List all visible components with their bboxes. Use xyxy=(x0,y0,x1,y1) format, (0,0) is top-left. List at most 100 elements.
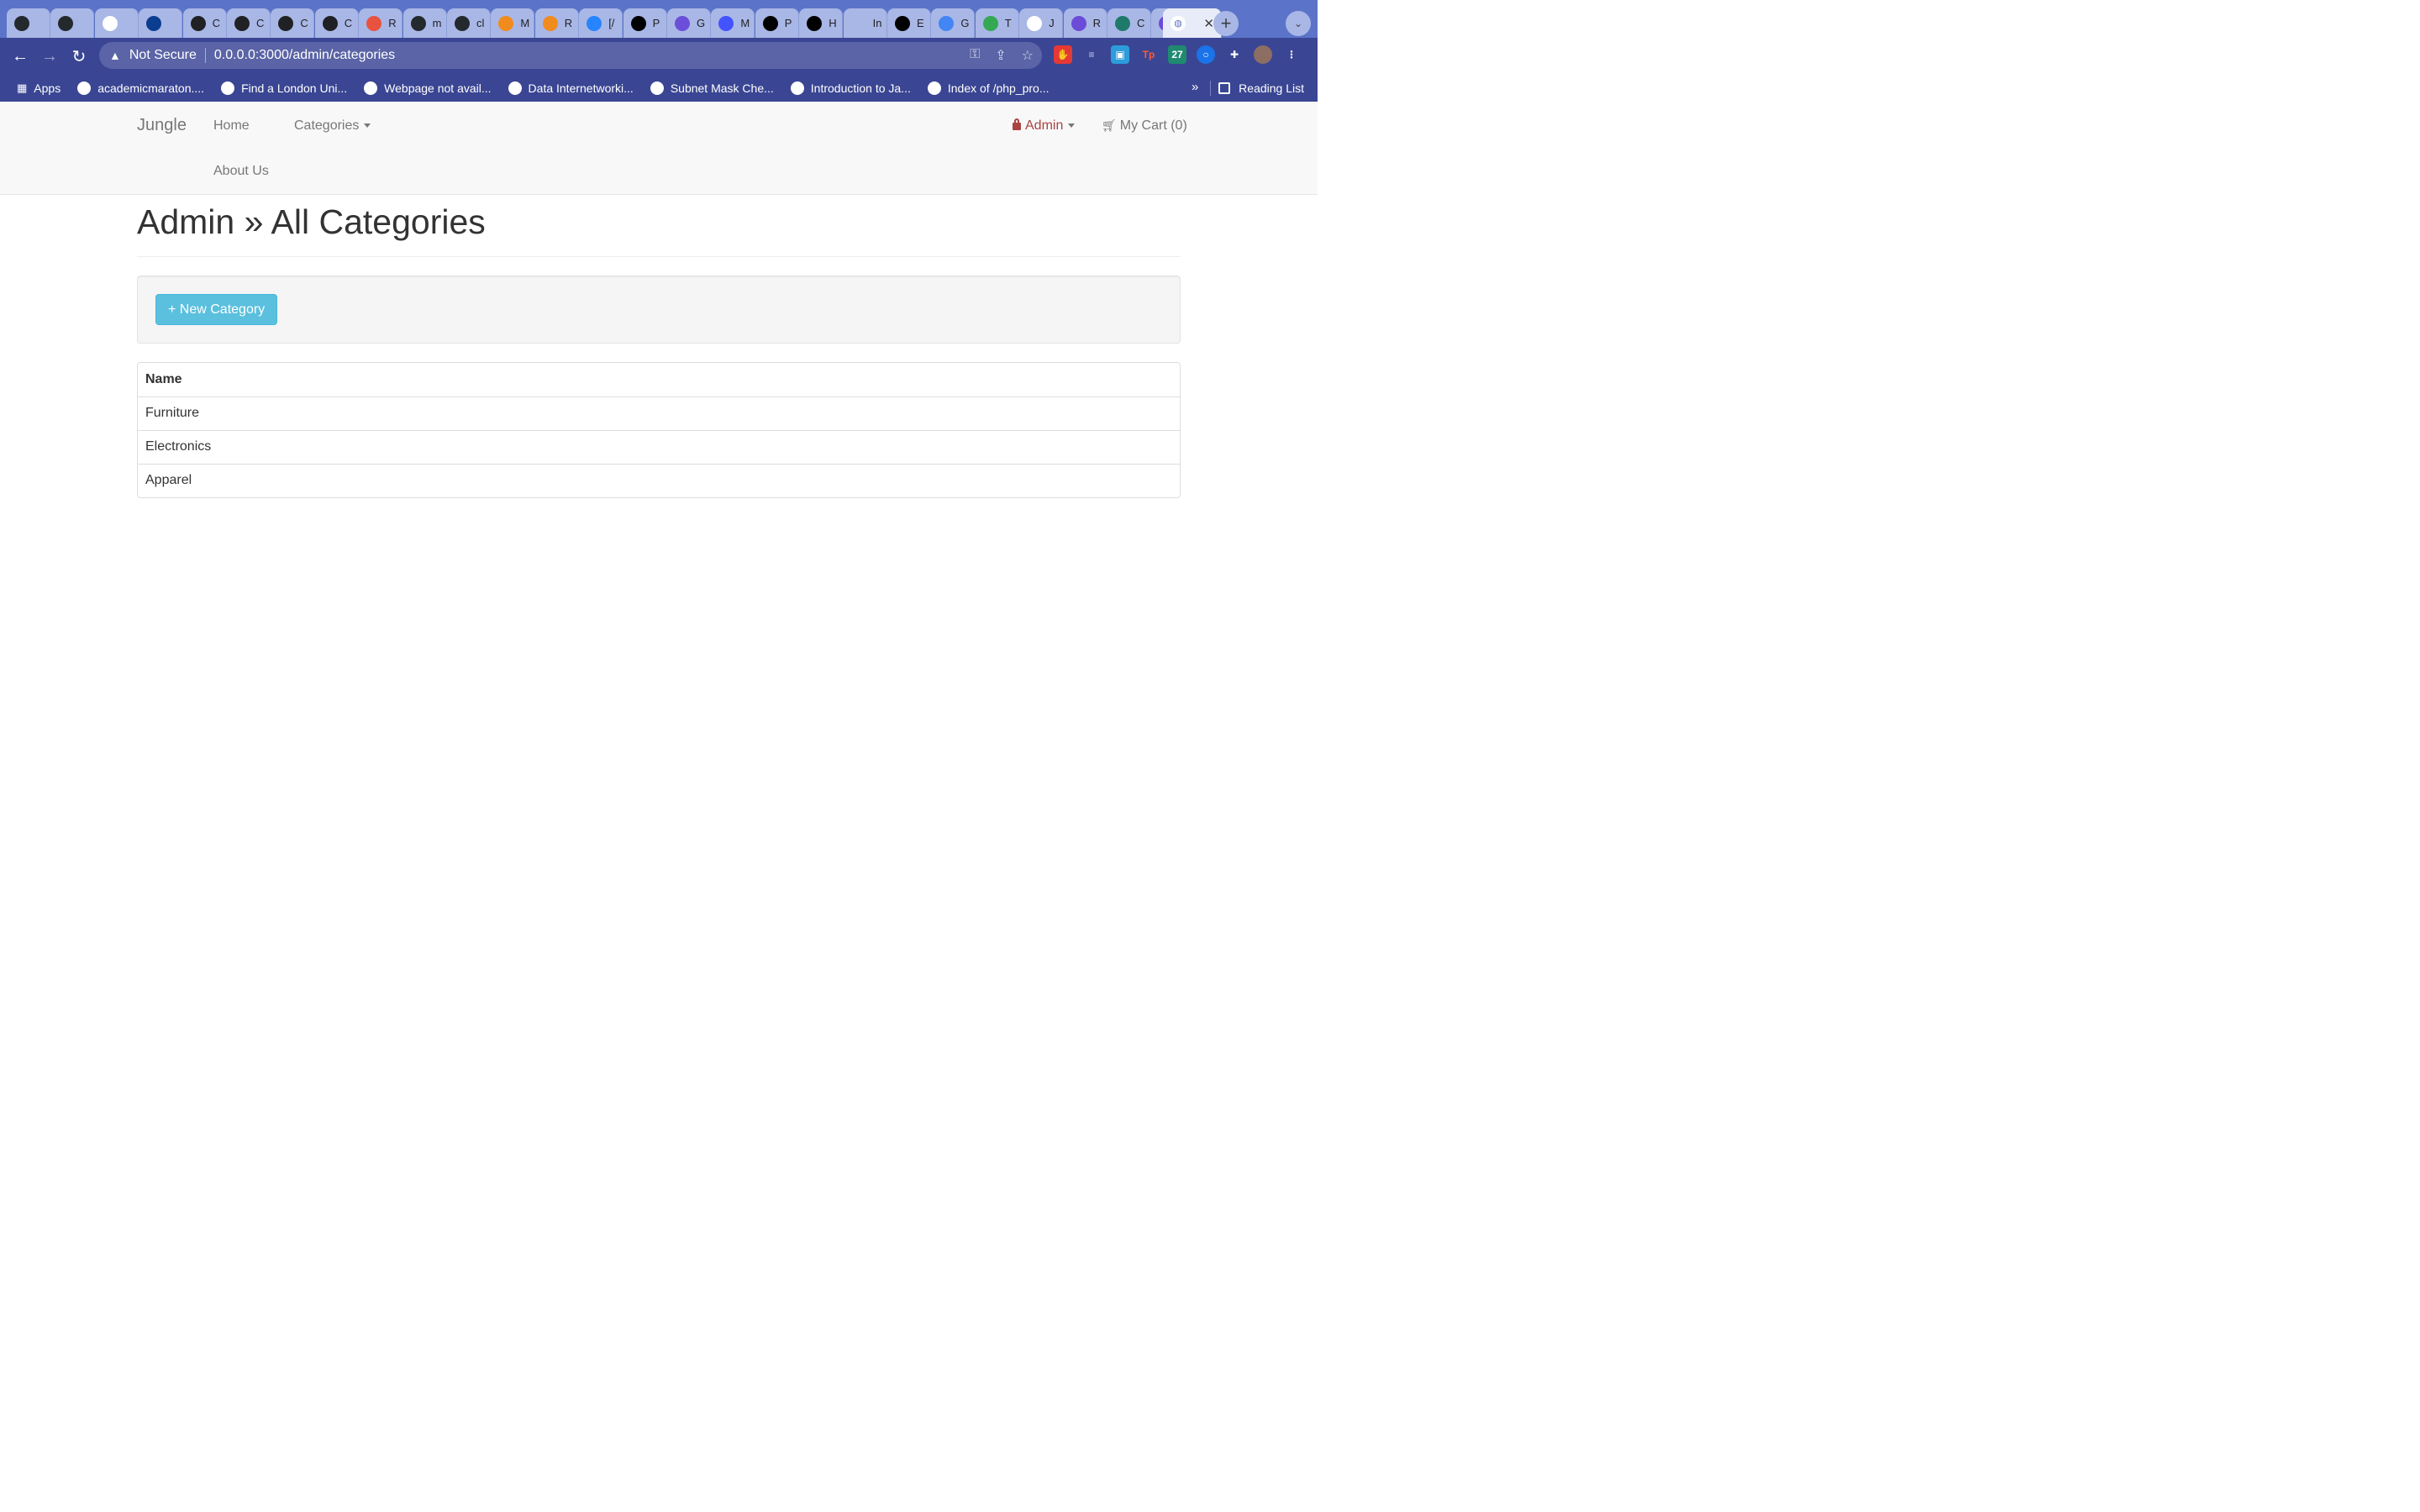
tab-favicon-icon xyxy=(58,15,74,31)
browser-tab[interactable]: G xyxy=(931,8,976,38)
lock-icon xyxy=(1013,118,1021,130)
reading-list-button[interactable]: Reading List xyxy=(1218,75,1304,102)
bookmark-item[interactable]: Index of /php_pro... xyxy=(927,81,1050,95)
bookmark-item[interactable]: Introduction to Ja... xyxy=(790,81,911,95)
tab-favicon-icon xyxy=(718,15,734,31)
browser-tab[interactable]: M xyxy=(491,8,535,38)
browser-tab[interactable] xyxy=(7,8,50,38)
browser-tab[interactable]: C xyxy=(271,8,315,38)
forward-button[interactable]: → xyxy=(39,45,60,67)
apps-grid-icon: ▦ xyxy=(17,81,28,94)
warning-icon: ▲ xyxy=(109,49,121,62)
admin-dropdown[interactable]: Admin xyxy=(1013,118,1076,134)
category-name-cell: Apparel xyxy=(138,463,1180,497)
browser-tab[interactable]: In xyxy=(843,8,887,38)
address-bar[interactable]: ▲ Not Secure 0.0.0.0:3000/admin/categori… xyxy=(99,42,1042,69)
browser-tab[interactable]: T xyxy=(975,8,1019,38)
tab-title: C xyxy=(256,17,265,29)
browser-tab[interactable]: cl xyxy=(447,8,491,38)
tab-favicon-icon xyxy=(14,15,29,31)
browser-tab[interactable]: M xyxy=(711,8,755,38)
tab-title: G xyxy=(697,17,706,29)
browser-tab[interactable]: C xyxy=(182,8,227,38)
browser-tab[interactable]: P xyxy=(755,8,799,38)
browser-tab[interactable]: C xyxy=(314,8,359,38)
browser-tab[interactable]: J xyxy=(1019,8,1064,38)
tab-favicon-icon xyxy=(762,15,778,31)
tp-extension-icon[interactable]: Tp xyxy=(1139,45,1158,64)
share-icon[interactable]: ⇪ xyxy=(995,47,1006,64)
tab-title: C xyxy=(344,17,353,29)
tab-favicon-icon xyxy=(102,15,118,31)
bookmark-item[interactable]: academicmaraton.... xyxy=(77,81,204,95)
tab-title: m xyxy=(432,17,442,29)
new-tab-button[interactable]: + xyxy=(1213,11,1239,36)
kebab-menu-icon[interactable]: ⋮ xyxy=(1282,45,1301,64)
tab-title: J xyxy=(1049,17,1055,29)
page-title: Admin » All Categories xyxy=(137,202,486,241)
key-icon[interactable]: ⚿ xyxy=(970,47,980,64)
profile-avatar[interactable] xyxy=(1254,45,1272,64)
category-name-cell: Electronics xyxy=(138,429,1180,464)
tab-favicon-icon xyxy=(1115,15,1130,31)
caret-down-icon xyxy=(364,123,371,129)
tab-favicon-icon xyxy=(542,15,558,31)
browser-tab[interactable] xyxy=(139,8,183,38)
browser-tab[interactable]: R xyxy=(1063,8,1107,38)
stop-hand-extension-icon[interactable]: ✋ xyxy=(1054,45,1072,64)
browser-tab[interactable]: G xyxy=(667,8,711,38)
bookmark-label: Webpage not avail... xyxy=(384,81,492,95)
browser-tab[interactable]: R xyxy=(534,8,579,38)
bookmark-label: academicmaraton.... xyxy=(97,81,205,95)
bookmark-item[interactable]: Find a London Uni... xyxy=(221,81,347,95)
brand-link[interactable]: Jungle xyxy=(137,116,187,135)
tab-title: G xyxy=(960,17,970,29)
bookmark-label: Subnet Mask Che... xyxy=(670,81,774,95)
browser-tab[interactable]: m xyxy=(402,8,447,38)
bookmark-item[interactable]: Subnet Mask Che... xyxy=(650,81,774,95)
nav-home-link[interactable]: Home xyxy=(213,118,250,134)
reload-button[interactable]: ↻ xyxy=(68,45,90,67)
globe-icon: ◍ xyxy=(1171,15,1186,31)
tab-favicon-icon xyxy=(366,15,382,31)
bookmark-item[interactable]: Webpage not avail... xyxy=(364,81,492,95)
bookmark-label: Index of /php_pro... xyxy=(947,81,1050,95)
bookmark-favicon-icon xyxy=(77,81,92,95)
admin-label: Admin xyxy=(1025,118,1064,133)
table-row: Electronics xyxy=(138,429,1180,464)
nav-about-link[interactable]: About Us xyxy=(213,164,269,179)
browser-tab[interactable]: E xyxy=(887,8,931,38)
browser-tab[interactable]: R xyxy=(359,8,403,38)
circle-extension-icon[interactable]: ○ xyxy=(1197,45,1215,64)
star-icon[interactable]: ☆ xyxy=(1022,47,1034,64)
browser-tab[interactable] xyxy=(94,8,139,38)
tab-title: In xyxy=(872,17,882,29)
tab-title: R xyxy=(388,17,397,29)
puzzle-icon[interactable]: ✚ xyxy=(1225,45,1244,64)
browser-tab[interactable]: C xyxy=(1107,8,1151,38)
cart-link[interactable]: 🛒︎ My Cart (0) xyxy=(1102,118,1187,134)
cart-label: My Cart (0) xyxy=(1119,118,1187,133)
column-header-name: Name xyxy=(145,371,182,386)
tab-search-button[interactable]: ⌄ xyxy=(1286,11,1311,36)
bookmark-item[interactable]: Data Internetworki... xyxy=(508,81,634,95)
url-text[interactable]: 0.0.0.0:3000/admin/categories xyxy=(214,48,395,63)
table-row: Furniture xyxy=(138,396,1180,430)
browser-tab[interactable]: P xyxy=(623,8,667,38)
lines-extension-icon[interactable]: ≡ xyxy=(1082,45,1101,64)
tab-favicon-icon xyxy=(455,15,470,31)
nav-categories-dropdown[interactable]: Categories xyxy=(294,118,371,134)
new-category-button[interactable]: + New Category xyxy=(155,294,278,325)
browser-tab[interactable]: C xyxy=(227,8,271,38)
browser-tab[interactable] xyxy=(50,8,95,38)
reader-extension-icon[interactable]: ▣ xyxy=(1111,45,1129,64)
bookmarks-overflow-button[interactable]: » xyxy=(1192,80,1198,94)
tab-title: H xyxy=(829,17,837,29)
browser-tab[interactable]: [/ xyxy=(579,8,623,38)
back-button[interactable]: ← xyxy=(9,45,31,67)
apps-bookmark[interactable]: ▦ Apps xyxy=(17,81,60,95)
calendar-extension-icon[interactable]: 27 xyxy=(1168,45,1186,64)
bookmark-favicon-icon xyxy=(650,81,664,95)
tab-title: M xyxy=(740,17,750,29)
browser-tab[interactable]: H xyxy=(799,8,844,38)
